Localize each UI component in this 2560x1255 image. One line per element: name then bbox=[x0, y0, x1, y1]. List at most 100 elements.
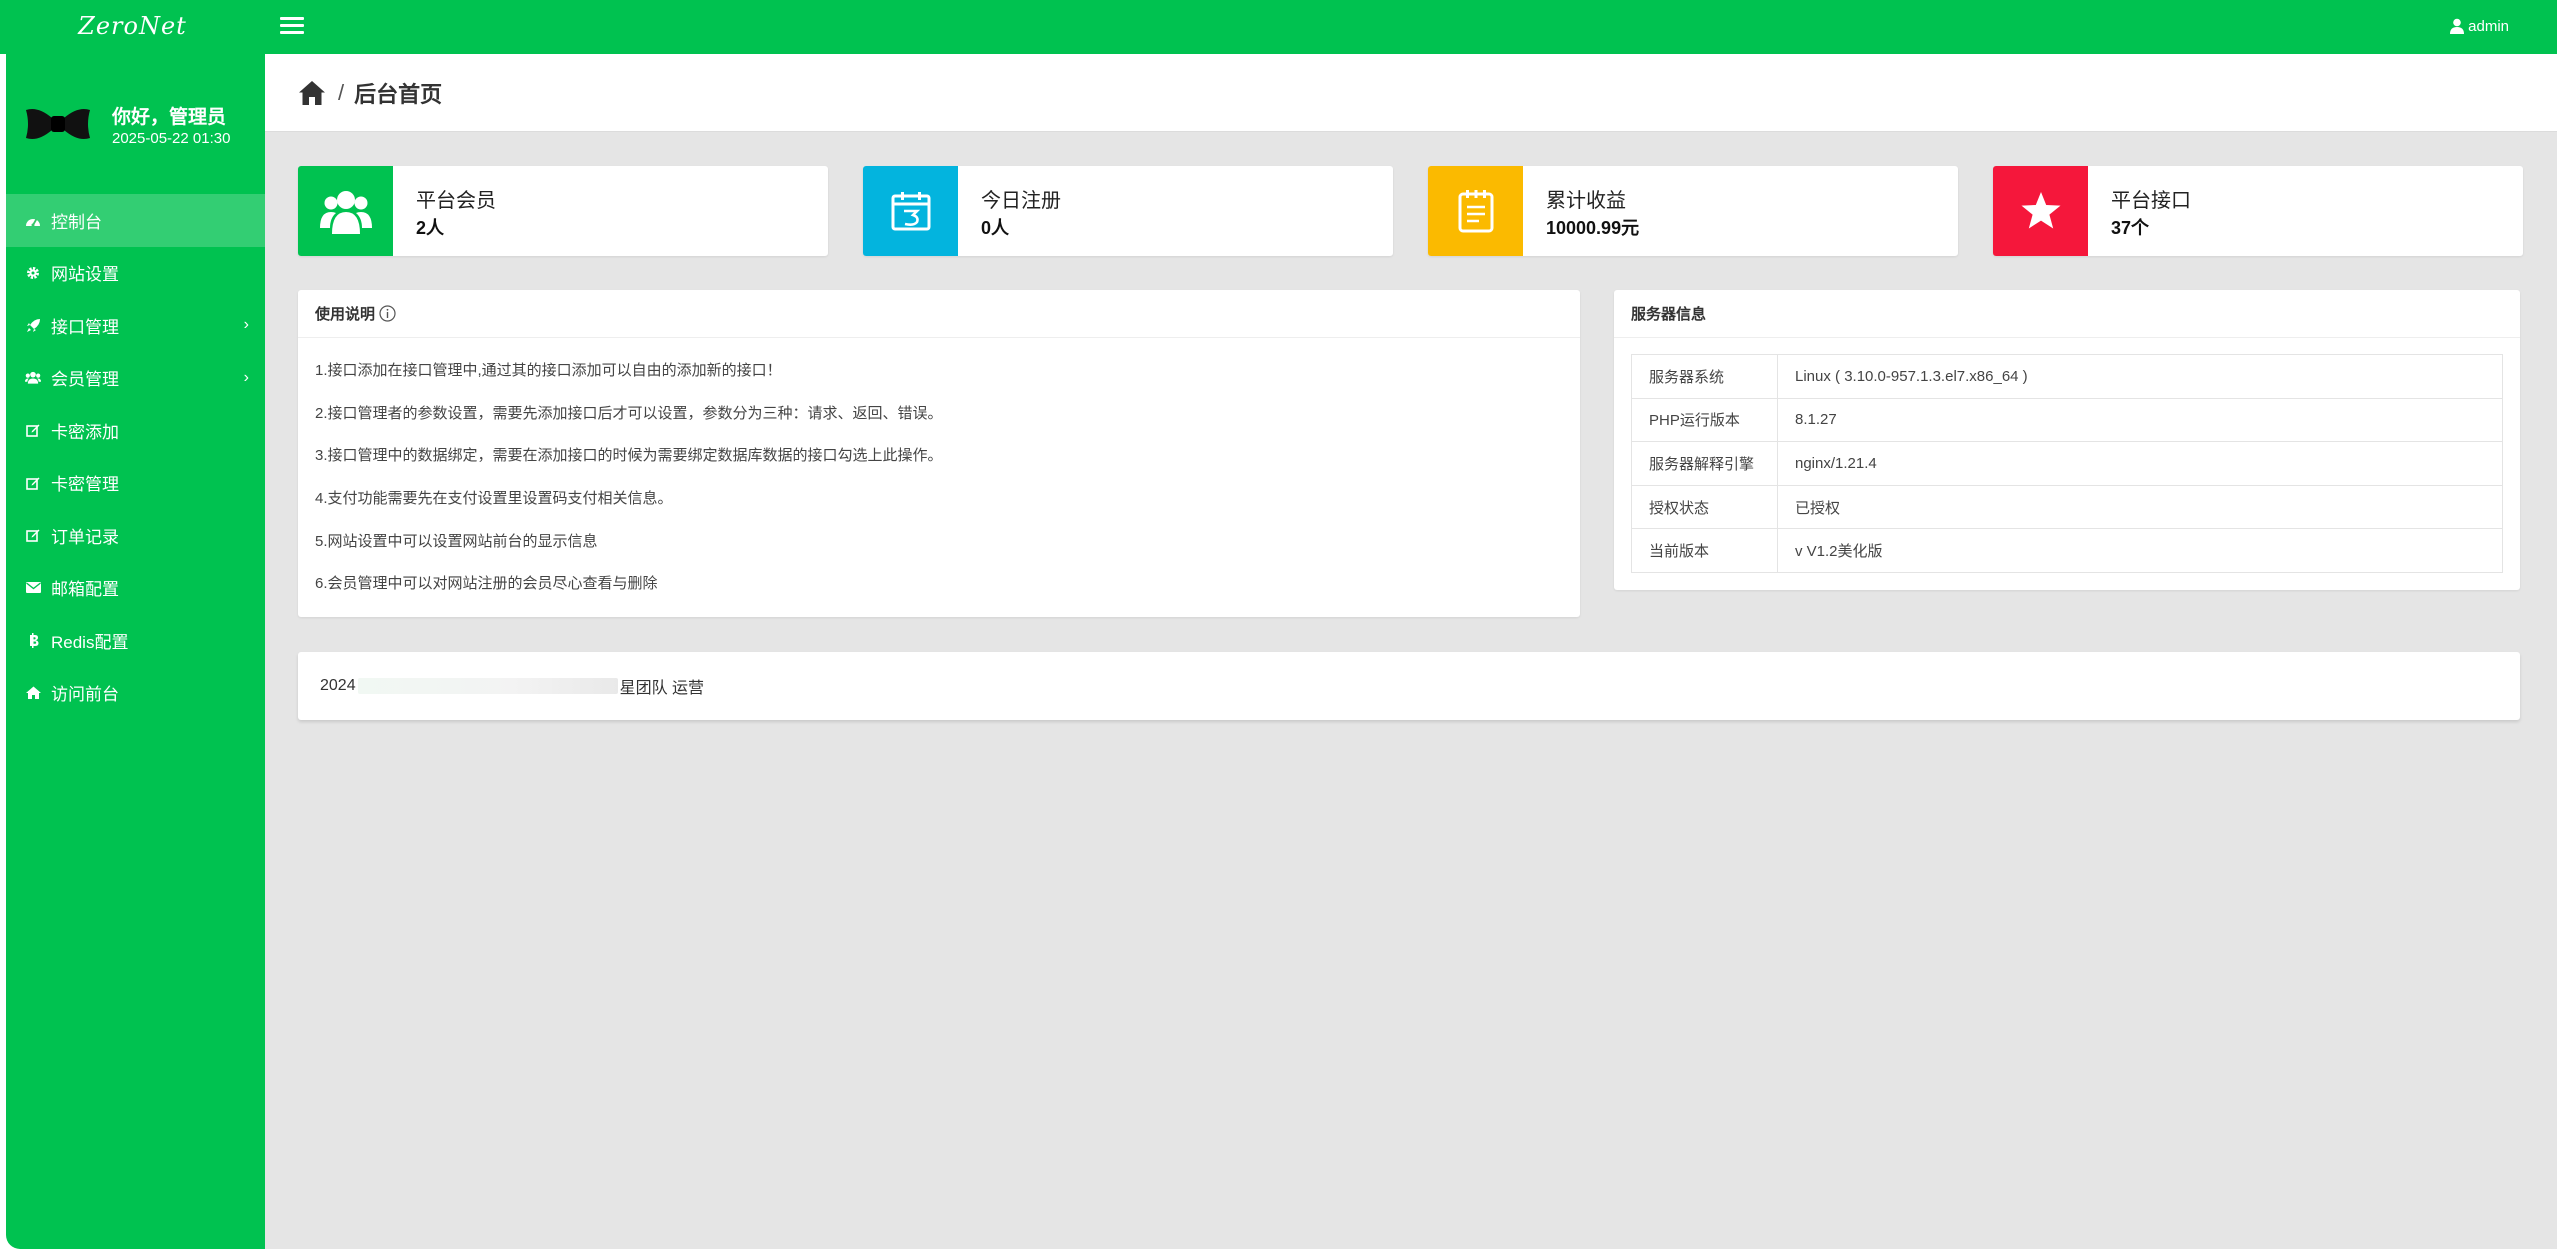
list-item: 1.接口添加在接口管理中,通过其的接口添加可以自由的添加新的接口！ bbox=[315, 362, 782, 379]
stat-value: 2人 bbox=[416, 218, 445, 238]
page-title: 后台首页 bbox=[354, 81, 443, 107]
footer-team: 星团队 运营 bbox=[619, 680, 705, 697]
sidebar-item-label: 接口管理 bbox=[51, 317, 119, 337]
notepad-icon bbox=[1428, 166, 1523, 256]
table-row: PHP运行版本 8.1.27 bbox=[1631, 397, 2503, 443]
admin-app: ZeroNet admin 你好，管理员 2025-05-22 01:30 控制… bbox=[0, 0, 2560, 1255]
redacted-text bbox=[357, 678, 618, 694]
dashboard-icon bbox=[25, 212, 41, 228]
table-value: nginx/1.21.4 bbox=[1777, 441, 2503, 486]
sidebar: 你好，管理员 2025-05-22 01:30 控制台 网站设置 接口管理 › … bbox=[6, 54, 265, 1249]
stat-label: 累计收益 bbox=[1546, 190, 1626, 212]
menu-toggle-icon[interactable] bbox=[280, 14, 304, 38]
sidebar-item-card-management[interactable]: 卡密管理 bbox=[6, 457, 265, 510]
sidebar-item-redis-config[interactable]: Redis配置 bbox=[6, 614, 265, 667]
usage-panel: 使用说明 1.接口添加在接口管理中,通过其的接口添加可以自由的添加新的接口！ 2… bbox=[298, 290, 1580, 617]
table-key: 授权状态 bbox=[1631, 484, 1778, 530]
sidebar-item-dashboard[interactable]: 控制台 bbox=[6, 194, 265, 247]
home-icon[interactable] bbox=[298, 80, 326, 106]
sidebar-item-email-config[interactable]: 邮箱配置 bbox=[6, 562, 265, 615]
table-value: 已授权 bbox=[1777, 484, 2503, 530]
stat-card-platform-apis: 平台接口 37个 bbox=[1993, 166, 2523, 256]
stat-card-total-revenue: 累计收益 10000.99元 bbox=[1428, 166, 1958, 256]
server-info-panel: 服务器信息 服务器系统 Linux ( 3.10.0-957.1.3.el7.x… bbox=[1614, 290, 2520, 590]
user-icon bbox=[2450, 18, 2465, 34]
sidebar-item-label: 订单记录 bbox=[51, 527, 119, 547]
server-panel-header: 服务器信息 bbox=[1614, 290, 2520, 338]
sidebar-item-api-management[interactable]: 接口管理 › bbox=[6, 299, 265, 352]
table-value: v V1.2美化版 bbox=[1777, 528, 2503, 573]
list-item: 3.接口管理中的数据绑定，需要在添加接口的时候为需要绑定数据库数据的接口勾选上此… bbox=[315, 447, 943, 465]
table-key: 服务器解释引擎 bbox=[1631, 441, 1778, 486]
breadcrumb: / 后台首页 bbox=[265, 54, 2557, 132]
chevron-right-icon: › bbox=[243, 368, 249, 386]
breadcrumb-separator: / bbox=[338, 79, 345, 105]
sidebar-item-order-records[interactable]: 订单记录 bbox=[6, 509, 265, 562]
usage-list: 1.接口添加在接口管理中,通过其的接口添加可以自由的添加新的接口！ 2.接口管理… bbox=[298, 338, 1580, 618]
table-row: 授权状态 已授权 bbox=[1631, 484, 2503, 530]
stat-label: 平台会员 bbox=[416, 190, 496, 212]
edit-icon bbox=[25, 475, 41, 491]
table-row: 当前版本 v V1.2美化版 bbox=[1631, 528, 2503, 573]
footer-copyright: 2024 星团队 运营 bbox=[298, 652, 2520, 720]
sidebar-item-card-add[interactable]: 卡密添加 bbox=[6, 404, 265, 457]
sidebar-item-label: Redis配置 bbox=[51, 632, 129, 652]
list-item: 2.接口管理者的参数设置，需要先添加接口后才可以设置，参数分为三种：请求、返回、… bbox=[315, 404, 943, 422]
table-row: 服务器解释引擎 nginx/1.21.4 bbox=[1631, 441, 2503, 486]
usage-panel-header: 使用说明 bbox=[298, 290, 1580, 338]
sidebar-item-label: 控制台 bbox=[51, 212, 102, 232]
stat-value: 37个 bbox=[2111, 218, 2150, 238]
star-icon bbox=[1993, 166, 2088, 256]
sidebar-item-site-settings[interactable]: 网站设置 bbox=[6, 247, 265, 300]
sidebar-item-label: 邮箱配置 bbox=[51, 580, 119, 600]
edit-icon bbox=[25, 527, 41, 543]
table-key: PHP运行版本 bbox=[1631, 397, 1778, 443]
home-icon bbox=[25, 685, 41, 701]
users-icon bbox=[25, 370, 41, 386]
greeting-text: 你好，管理员 bbox=[112, 107, 227, 128]
users-icon bbox=[298, 166, 393, 256]
rocket-icon bbox=[25, 317, 41, 333]
sidebar-item-label: 网站设置 bbox=[51, 265, 119, 285]
calendar-icon bbox=[863, 166, 958, 256]
main-content: / 后台首页 平台会员 2人 今日注册 0人 累计收益 10000.99元 平台… bbox=[265, 54, 2557, 1249]
top-bar: ZeroNet admin bbox=[0, 0, 2557, 54]
table-key: 服务器系统 bbox=[1631, 354, 1778, 399]
table-row: 服务器系统 Linux ( 3.10.0-957.1.3.el7.x86_64 … bbox=[1631, 354, 2503, 399]
envelope-icon bbox=[25, 580, 41, 596]
sidebar-item-label: 会员管理 bbox=[51, 370, 119, 390]
panel-title: 服务器信息 bbox=[1631, 306, 1707, 323]
admin-profile: 你好，管理员 2025-05-22 01:30 bbox=[18, 94, 258, 154]
info-icon[interactable] bbox=[379, 305, 396, 322]
user-name: admin bbox=[2468, 17, 2509, 35]
sidebar-item-label: 卡密管理 bbox=[51, 475, 119, 495]
gear-icon bbox=[25, 265, 41, 281]
list-item: 6.会员管理中可以对网站注册的会员尽心查看与删除 bbox=[315, 575, 658, 593]
brand-logo[interactable]: ZeroNet bbox=[0, 0, 265, 54]
stat-value: 10000.99元 bbox=[1546, 218, 1640, 238]
stat-value: 0人 bbox=[981, 218, 1010, 238]
table-value: Linux ( 3.10.0-957.1.3.el7.x86_64 ) bbox=[1777, 354, 2503, 399]
stat-card-members: 平台会员 2人 bbox=[298, 166, 828, 256]
list-item: 4.支付功能需要先在支付设置里设置码支付相关信息。 bbox=[315, 490, 673, 508]
sidebar-item-member-management[interactable]: 会员管理 › bbox=[6, 352, 265, 405]
avatar bbox=[26, 109, 90, 139]
stat-card-today-registrations: 今日注册 0人 bbox=[863, 166, 1393, 256]
sidebar-item-label: 访问前台 bbox=[51, 685, 119, 705]
stat-label: 平台接口 bbox=[2111, 190, 2191, 212]
table-key: 当前版本 bbox=[1631, 528, 1778, 573]
list-item: 5.网站设置中可以设置网站前台的显示信息 bbox=[315, 532, 598, 550]
user-menu[interactable]: admin bbox=[2450, 14, 2509, 38]
footer-year: 2024 bbox=[320, 677, 356, 694]
bitcoin-icon bbox=[25, 632, 41, 648]
sidebar-item-visit-frontend[interactable]: 访问前台 bbox=[6, 667, 265, 720]
panel-title: 使用说明 bbox=[315, 306, 376, 323]
table-value: 8.1.27 bbox=[1777, 397, 2503, 443]
login-datetime: 2025-05-22 01:30 bbox=[112, 130, 231, 147]
server-info-table: 服务器系统 Linux ( 3.10.0-957.1.3.el7.x86_64 … bbox=[1631, 354, 2503, 573]
stat-label: 今日注册 bbox=[981, 190, 1061, 212]
sidebar-item-label: 卡密添加 bbox=[51, 422, 119, 442]
chevron-right-icon: › bbox=[243, 316, 249, 333]
edit-icon bbox=[25, 422, 41, 438]
sidebar-nav: 控制台 网站设置 接口管理 › 会员管理 › 卡密添加 卡密管理 订单记录 邮箱… bbox=[6, 194, 265, 719]
